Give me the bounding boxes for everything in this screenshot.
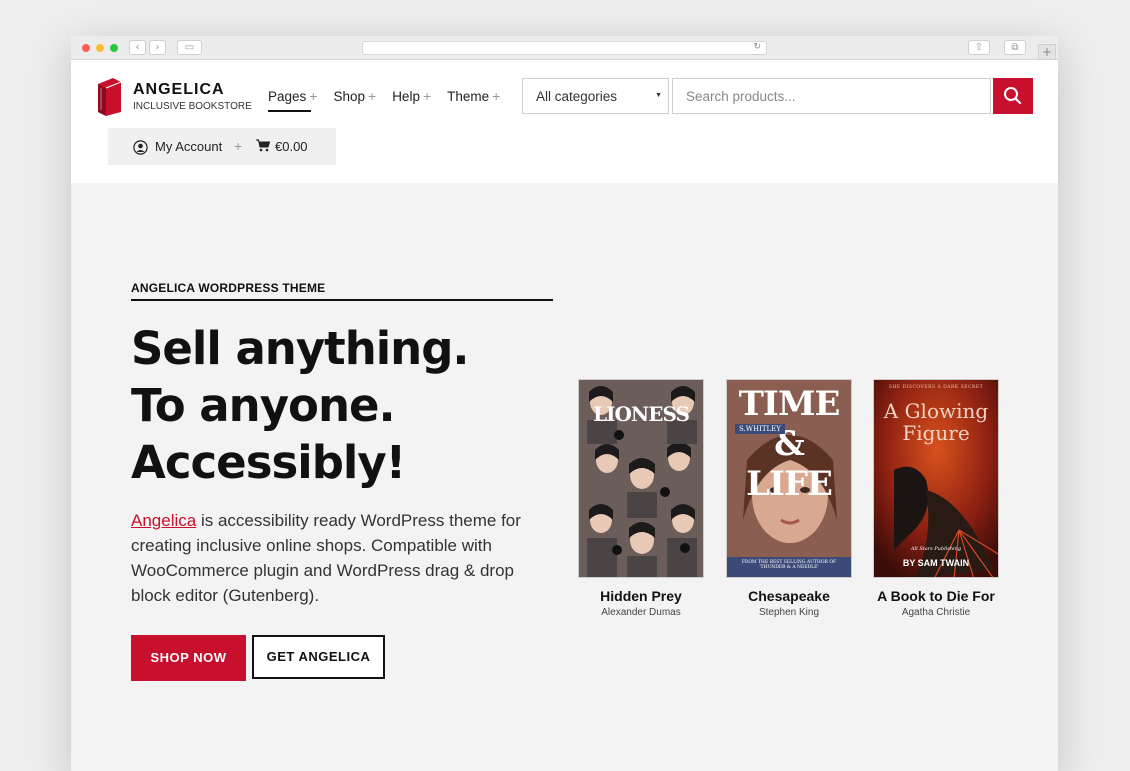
cover-author: S.WHITLEY bbox=[735, 424, 785, 434]
cart-total[interactable]: €0.00 bbox=[275, 139, 308, 154]
new-tab-button[interactable]: + bbox=[1038, 44, 1056, 60]
headline-line: To anyone. bbox=[131, 379, 396, 432]
browser-window: ‹ › ▭ ↻ ⇧ ⧉ ANGELICA INCLUSIVE BOOKSTORE… bbox=[71, 36, 1058, 771]
my-account-link[interactable]: My Account bbox=[155, 139, 222, 154]
angelica-link[interactable]: Angelica bbox=[131, 511, 196, 530]
book-card[interactable]: TIME & LIFE S.WHITLEY FROM THE BEST SELL… bbox=[726, 379, 852, 618]
nav-label: Shop bbox=[333, 89, 365, 104]
category-select[interactable]: All categories ▼ bbox=[522, 78, 669, 114]
close-window-button[interactable] bbox=[82, 44, 90, 52]
search-button[interactable] bbox=[993, 78, 1033, 114]
book-cover[interactable]: SHE DISCOVERS A DARK SECRET A Glowing Fi… bbox=[873, 379, 999, 578]
nav-item-help[interactable]: Help + bbox=[392, 88, 431, 112]
browser-toolbar: ‹ › ▭ ↻ ⇧ ⧉ bbox=[71, 36, 1058, 60]
book-cover[interactable]: LIONESS bbox=[578, 379, 704, 578]
main-nav: Pages + Shop + Help + Theme + bbox=[268, 88, 516, 112]
brand-tagline: INCLUSIVE BOOKSTORE bbox=[133, 101, 252, 112]
nav-label: Theme bbox=[447, 89, 490, 104]
nav-label: Help bbox=[392, 89, 420, 104]
plus-icon[interactable]: + bbox=[368, 88, 376, 104]
search-icon bbox=[1004, 87, 1022, 105]
maximize-window-button[interactable] bbox=[110, 44, 118, 52]
cover-title: LIONESS bbox=[593, 402, 690, 426]
shop-now-button[interactable]: SHOP NOW bbox=[131, 635, 246, 681]
plus-icon[interactable]: + bbox=[492, 88, 500, 104]
back-icon[interactable]: ‹ bbox=[129, 40, 146, 55]
cover-title: A Glowing Figure bbox=[883, 399, 989, 445]
headline-line: Accessibly! bbox=[131, 436, 406, 489]
book-card[interactable]: LIONESS Hidden Prey Alexander Dumas bbox=[578, 379, 704, 618]
cart-icon[interactable] bbox=[256, 139, 270, 152]
nav-item-shop[interactable]: Shop + bbox=[333, 88, 376, 112]
nav-label: Pages bbox=[268, 89, 307, 104]
book-title[interactable]: Chesapeake bbox=[726, 588, 852, 604]
book-logo-icon bbox=[98, 78, 122, 116]
get-angelica-button[interactable]: GET ANGELICA bbox=[252, 635, 385, 679]
search-placeholder: Search products... bbox=[686, 89, 796, 104]
address-bar[interactable]: ↻ bbox=[362, 41, 767, 55]
nav-item-theme[interactable]: Theme + bbox=[447, 88, 500, 112]
search-input[interactable]: Search products... bbox=[672, 78, 991, 114]
nav-item-pages[interactable]: Pages + bbox=[268, 88, 317, 112]
site-header: ANGELICA INCLUSIVE BOOKSTORE Pages + Shop… bbox=[71, 60, 1058, 183]
reload-icon[interactable]: ↻ bbox=[753, 42, 761, 52]
book-author: Agatha Christie bbox=[901, 607, 971, 618]
cover-kicker: SHE DISCOVERS A DARK SECRET bbox=[888, 385, 984, 390]
book-author: Stephen King bbox=[758, 607, 820, 618]
category-select-value: All categories bbox=[536, 89, 618, 104]
plus-icon[interactable]: + bbox=[234, 138, 242, 154]
hero-headline: Sell anything. To anyone. Accessibly! bbox=[131, 320, 469, 491]
book-card[interactable]: SHE DISCOVERS A DARK SECRET A Glowing Fi… bbox=[873, 379, 999, 618]
share-icon[interactable]: ⇧ bbox=[968, 40, 990, 55]
plus-icon[interactable]: + bbox=[309, 88, 317, 104]
forward-icon[interactable]: › bbox=[149, 40, 166, 55]
hero-intro: Angelica is accessibility ready WordPres… bbox=[131, 508, 551, 608]
minimize-window-button[interactable] bbox=[96, 44, 104, 52]
plus-icon[interactable]: + bbox=[423, 88, 431, 104]
cover-title: TIME & LIFE bbox=[738, 384, 841, 504]
hero-eyebrow: ANGELICA WORDPRESS THEME bbox=[131, 281, 553, 301]
cover-publisher: All Stars Publishing bbox=[910, 546, 962, 552]
book-title[interactable]: A Book to Die For bbox=[873, 588, 999, 604]
cover-footer: BY SAM TWAIN bbox=[902, 558, 970, 568]
brand-name[interactable]: ANGELICA bbox=[133, 81, 225, 99]
account-bar: My Account + €0.00 bbox=[108, 128, 336, 165]
sidebar-icon[interactable]: ▭ bbox=[177, 40, 202, 55]
hero-section: ANGELICA WORDPRESS THEME Sell anything. … bbox=[71, 183, 1058, 771]
headline-line: Sell anything. bbox=[131, 322, 469, 375]
book-title[interactable]: Hidden Prey bbox=[578, 588, 704, 604]
user-icon bbox=[133, 140, 148, 155]
cover-footer: FROM THE BEST SELLING AUTHOR OF 'THUNDER… bbox=[741, 560, 837, 570]
book-cover[interactable]: TIME & LIFE S.WHITLEY FROM THE BEST SELL… bbox=[726, 379, 852, 578]
caret-down-icon: ▼ bbox=[655, 92, 662, 99]
book-author: Alexander Dumas bbox=[601, 607, 681, 618]
tabs-icon[interactable]: ⧉ bbox=[1004, 40, 1026, 55]
